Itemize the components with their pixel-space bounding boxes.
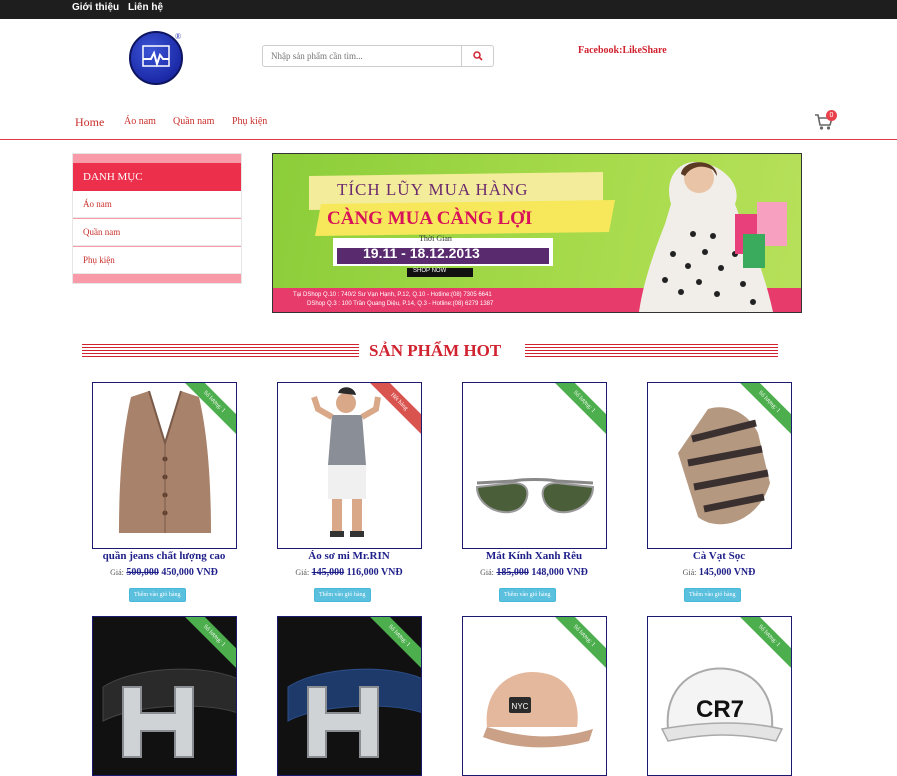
registered-icon: ® xyxy=(175,32,182,41)
cart-count-badge: 0 xyxy=(826,110,837,121)
old-price: 500,000 xyxy=(126,567,159,578)
add-to-cart-button[interactable]: Thêm vào giỏ hàng xyxy=(684,588,741,602)
facebook-link[interactable]: Facebook:LikeShare xyxy=(578,45,667,56)
product-price: Giá: 145,000 VNĐ xyxy=(634,567,804,578)
about-link[interactable]: Giới thiệu xyxy=(72,2,119,13)
product-card[interactable]: Hết hàng xyxy=(277,382,422,549)
current-price: 148,000 VNĐ xyxy=(531,567,588,578)
nav-home[interactable]: Home xyxy=(75,115,104,130)
product-price: Giá: 185,000 148,000 VNĐ xyxy=(449,567,619,578)
product-name[interactable]: Áo sơ mi Mr.RIN xyxy=(264,550,434,562)
banner-headline-1: TÍCH LŨY MUA HÀNG xyxy=(337,180,529,199)
current-price: 145,000 VNĐ xyxy=(698,567,756,578)
add-to-cart-button[interactable]: Thêm vào giỏ hàng xyxy=(129,588,186,602)
banner-address-2: DShop Q.3 : 100 Trần Quang Diệu, P.14, Q… xyxy=(307,301,494,307)
product-card[interactable]: Số lượng: 1 xyxy=(92,382,237,549)
nav-quan-nam[interactable]: Quần nam xyxy=(173,116,214,127)
product-name[interactable]: quần jeans chất lượng cao xyxy=(79,550,249,562)
price-label: Giá: xyxy=(295,568,310,577)
cap-logo-text: NYC xyxy=(512,702,529,711)
product-card[interactable]: NYC Số lượng: 1 xyxy=(462,616,607,776)
search-button[interactable] xyxy=(461,45,494,67)
category-item-ao-nam[interactable]: Áo nam xyxy=(73,191,241,218)
banner-shop-now[interactable]: SHOP NOW xyxy=(413,268,446,274)
section-rule-right xyxy=(525,344,778,358)
current-price: 116,000 VNĐ xyxy=(346,567,403,578)
search-input[interactable] xyxy=(262,45,462,67)
top-bar: Giới thiệu Liên hệ xyxy=(0,0,897,19)
category-item-phu-kien[interactable]: Phụ kiện xyxy=(73,247,241,274)
section-rule-left xyxy=(82,344,359,358)
product-price: Giá: 145,000 116,000 VNĐ xyxy=(264,567,434,578)
product-card[interactable]: Số lượng: 1 xyxy=(462,382,607,549)
product-name[interactable]: Mắt Kính Xanh Rêu xyxy=(449,550,619,562)
price-label: Giá: xyxy=(110,568,124,577)
product-card[interactable]: Số lượng: 1 xyxy=(277,616,422,776)
product-card[interactable]: Số lượng: 1 xyxy=(647,382,792,549)
promo-banner[interactable]: TÍCH LŨY MUA HÀNG CÀNG MUA CÀNG LỢI Thời… xyxy=(272,153,802,313)
nav-divider xyxy=(0,139,897,140)
price-label: Giá: xyxy=(480,568,494,577)
category-title: DANH MỤC xyxy=(73,163,241,191)
contact-link[interactable]: Liên hệ xyxy=(128,2,163,13)
product-card[interactable]: Số lượng: 1 xyxy=(92,616,237,776)
old-price: 145,000 xyxy=(311,567,345,578)
hat-logo-text: CR7 xyxy=(696,696,744,723)
current-price: 450,000 VNĐ xyxy=(161,567,218,578)
search-icon xyxy=(472,51,483,61)
banner-period: 19.11 - 18.12.2013 xyxy=(363,245,480,261)
price-label: Giá: xyxy=(682,568,697,577)
nav-phu-kien[interactable]: Phụ kiện xyxy=(232,116,267,127)
section-title: SẢN PHẨM HOT xyxy=(369,341,502,360)
banner-address-1: Tại DShop Q.10 : 740/2 Sư Vạn Hạnh, P.12… xyxy=(293,292,492,298)
product-name[interactable]: Cà Vạt Sọc xyxy=(634,550,804,562)
add-to-cart-button[interactable]: Thêm vào giỏ hàng xyxy=(499,588,556,602)
banner-period-label: Thời Gian xyxy=(419,234,452,243)
product-price: Giá: 500,000 450,000 VNĐ xyxy=(79,567,249,578)
old-price: 185,000 xyxy=(496,567,529,578)
add-to-cart-button[interactable]: Thêm vào giỏ hàng xyxy=(314,588,371,602)
banner-headline-2: CÀNG MUA CÀNG LỢI xyxy=(327,208,533,229)
product-card[interactable]: CR7 Số lượng: 1 xyxy=(647,616,792,776)
category-sidebar: DANH MỤC Áo nam Quần nam Phụ kiện xyxy=(72,153,242,284)
nav-ao-nam[interactable]: Áo nam xyxy=(124,116,156,127)
category-item-quan-nam[interactable]: Quần nam xyxy=(73,219,241,246)
